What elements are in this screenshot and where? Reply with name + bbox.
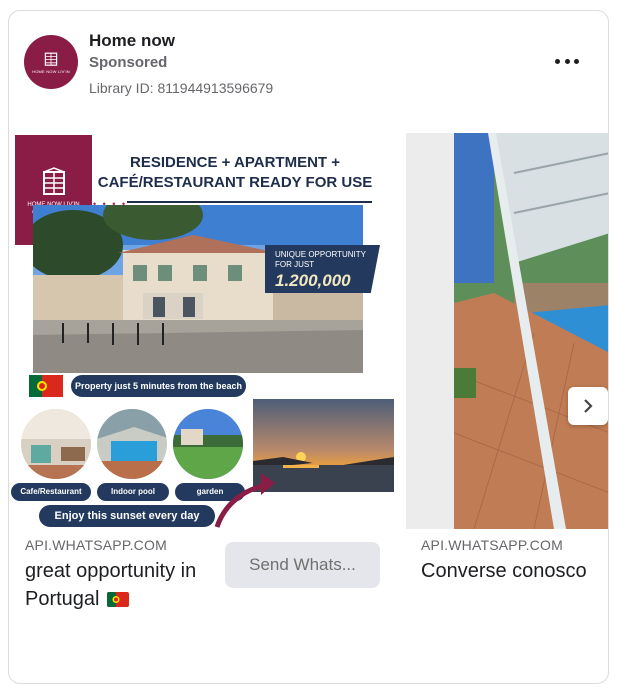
card-2-title[interactable]: Converse conosco <box>421 557 587 585</box>
cafe-photo <box>19 407 93 481</box>
chevron-right-icon <box>584 399 593 413</box>
building-icon <box>44 52 58 66</box>
carousel: HOME NOW LIV'IN BUILDING YOUR FUTURE • •… <box>9 133 608 529</box>
card-1-domain: API.WHATSAPP.COM <box>25 537 167 553</box>
headline-divider <box>127 201 372 203</box>
library-id: Library ID: 811944913596679 <box>89 80 274 96</box>
avatar-logo-text: HOME NOW LIV'IN <box>32 69 70 74</box>
card-2-domain: API.WHATSAPP.COM <box>421 537 563 553</box>
headline-line-2: CAFÉ/RESTAURANT READY FOR USE <box>97 174 373 191</box>
price-tag: UNIQUE OPPORTUNITY FOR JUST 1.200,000 <box>265 245 380 293</box>
label-indoor-pool: Indoor pool <box>97 483 169 501</box>
building-icon <box>42 167 65 195</box>
headline: RESIDENCE + APARTMENT + CAFÉ/RESTAURANT … <box>95 153 375 193</box>
curved-arrow-icon <box>214 473 275 528</box>
carousel-slide-1[interactable]: HOME NOW LIV'IN BUILDING YOUR FUTURE • •… <box>9 133 406 529</box>
page-name[interactable]: Home now <box>89 31 175 51</box>
indoor-pool-photo <box>95 407 169 481</box>
sunset-badge: Enjoy this sunset every day <box>39 505 215 527</box>
avatar[interactable]: HOME NOW LIV'IN <box>24 35 78 89</box>
headline-line-1: RESIDENCE + APARTMENT + <box>129 154 341 171</box>
pool-photo <box>454 133 608 529</box>
price-label-2: FOR JUST <box>275 260 315 269</box>
portugal-flag-icon <box>107 592 130 607</box>
send-whatsapp-button[interactable]: Send Whats... <box>225 542 380 588</box>
portugal-flag-icon <box>29 375 63 397</box>
price-label-1: UNIQUE OPPORTUNITY <box>275 250 366 259</box>
beach-distance-badge: Property just 5 minutes from the beach <box>71 375 246 397</box>
more-options-icon[interactable] <box>555 51 579 71</box>
label-cafe-restaurant: Cafe/Restaurant <box>11 483 91 501</box>
card-1-title[interactable]: great opportunity in Portugal <box>25 557 225 613</box>
carousel-slide-2[interactable] <box>406 133 608 529</box>
sponsored-label: Sponsored <box>89 54 168 71</box>
carousel-next-button[interactable] <box>568 387 608 425</box>
price-value: 1.200,000 <box>275 271 351 290</box>
ad-card: HOME NOW LIV'IN Home now Sponsored Libra… <box>8 10 609 684</box>
